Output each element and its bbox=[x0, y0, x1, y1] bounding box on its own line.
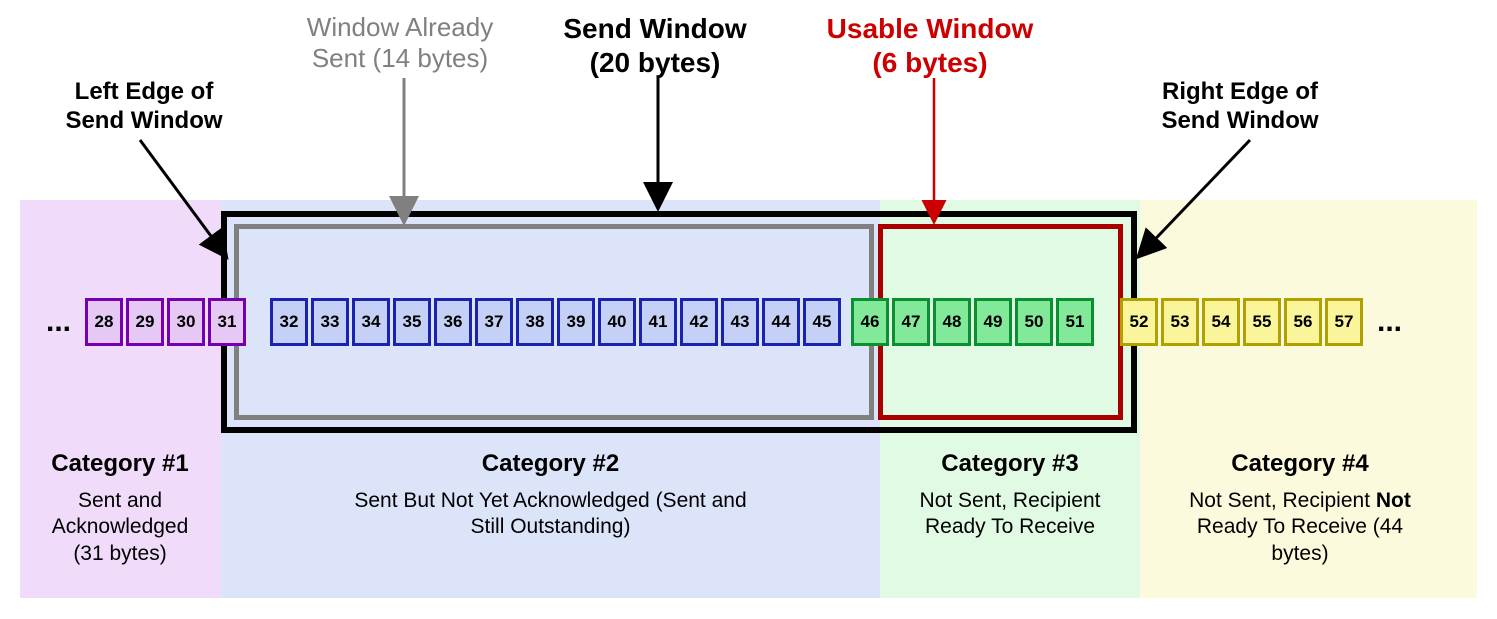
byte-cell: 29 bbox=[126, 298, 164, 346]
cat-desc: Sent and Acknowledged (31 bytes) bbox=[35, 488, 205, 567]
text: Send Window bbox=[563, 13, 746, 44]
byte-cell: 55 bbox=[1243, 298, 1281, 346]
arrow-right-edge bbox=[1130, 135, 1270, 275]
text: Sent (14 bytes) bbox=[312, 43, 488, 73]
byte-cell: 44 bbox=[762, 298, 800, 346]
caption-cat1: Category #1 Sent and Acknowledged (31 by… bbox=[20, 450, 220, 567]
byte-cell: 48 bbox=[933, 298, 971, 346]
byte-cell: 43 bbox=[721, 298, 759, 346]
text: Usable Window bbox=[827, 13, 1034, 44]
byte-cell: 37 bbox=[475, 298, 513, 346]
byte-cell: 42 bbox=[680, 298, 718, 346]
byte-cell: 34 bbox=[352, 298, 390, 346]
cells-cat2: 3233343536373839404142434445 bbox=[270, 298, 841, 346]
byte-cell: 57 bbox=[1325, 298, 1363, 346]
byte-cell: 32 bbox=[270, 298, 308, 346]
byte-cell: 51 bbox=[1056, 298, 1094, 346]
byte-cell: 56 bbox=[1284, 298, 1322, 346]
byte-cell: 54 bbox=[1202, 298, 1240, 346]
byte-cell: 30 bbox=[167, 298, 205, 346]
label-usable-window: Usable Window (6 bytes) bbox=[800, 12, 1060, 79]
text: Send Window bbox=[1161, 107, 1318, 134]
arrow-usable-window bbox=[924, 78, 944, 228]
text: Ready To Receive (44 bytes) bbox=[1197, 515, 1403, 564]
byte-cell: 36 bbox=[434, 298, 472, 346]
tcp-window-diagram: Left Edge of Send Window Window Already … bbox=[0, 0, 1497, 619]
label-left-edge: Left Edge of Send Window bbox=[34, 78, 254, 136]
byte-cell: 52 bbox=[1120, 298, 1158, 346]
cat-title: Category #1 bbox=[20, 450, 220, 478]
cells-cat1: 28293031 bbox=[85, 298, 246, 346]
text: (20 bytes) bbox=[590, 47, 721, 78]
byte-cell: 50 bbox=[1015, 298, 1053, 346]
byte-cell: 41 bbox=[639, 298, 677, 346]
cells-cat3: 464748495051 bbox=[851, 298, 1094, 346]
byte-cell: 53 bbox=[1161, 298, 1199, 346]
text: Left Edge of bbox=[75, 78, 214, 105]
text: (6 bytes) bbox=[872, 47, 987, 78]
byte-cell: 35 bbox=[393, 298, 431, 346]
text: Send Window bbox=[65, 107, 222, 134]
byte-cell: 49 bbox=[974, 298, 1012, 346]
label-send-window: Send Window (20 bytes) bbox=[540, 12, 770, 79]
byte-cell: 40 bbox=[598, 298, 636, 346]
text: Not Sent, Recipient bbox=[1189, 489, 1376, 512]
ellipsis-left: ... bbox=[40, 305, 77, 339]
cat-desc: Sent But Not Yet Acknowledged (Sent and … bbox=[341, 488, 761, 541]
caption-cat4: Category #4 Not Sent, Recipient Not Read… bbox=[1140, 450, 1460, 567]
cells-cat4: 525354555657 bbox=[1120, 298, 1363, 346]
byte-cell: 47 bbox=[892, 298, 930, 346]
byte-cell: 28 bbox=[85, 298, 123, 346]
byte-cell: 46 bbox=[851, 298, 889, 346]
label-already-sent: Window Already Sent (14 bytes) bbox=[270, 12, 530, 74]
arrow-send-window bbox=[648, 78, 668, 216]
byte-cell: 33 bbox=[311, 298, 349, 346]
caption-cat3: Category #3 Not Sent, Recipient Ready To… bbox=[880, 450, 1140, 541]
cat-desc: Not Sent, Recipient Ready To Receive bbox=[905, 488, 1115, 541]
arrow-left-edge bbox=[130, 135, 250, 275]
byte-cell: 38 bbox=[516, 298, 554, 346]
arrow-already-sent bbox=[394, 78, 414, 228]
byte-cell: 45 bbox=[803, 298, 841, 346]
cat-desc: Not Sent, Recipient Not Ready To Receive… bbox=[1180, 488, 1420, 567]
cat-title: Category #4 bbox=[1140, 450, 1460, 478]
label-right-edge: Right Edge of Send Window bbox=[1130, 78, 1350, 136]
text: Window Already bbox=[307, 12, 493, 42]
cat-title: Category #3 bbox=[880, 450, 1140, 478]
byte-row: ... 28293031 323334353637383940414243444… bbox=[40, 298, 1457, 346]
byte-cell: 39 bbox=[557, 298, 595, 346]
ellipsis-right: ... bbox=[1371, 305, 1408, 339]
cat-title: Category #2 bbox=[221, 450, 880, 478]
text: Right Edge of bbox=[1162, 78, 1318, 105]
text-bold: Not bbox=[1376, 489, 1411, 512]
byte-cell: 31 bbox=[208, 298, 246, 346]
caption-cat2: Category #2 Sent But Not Yet Acknowledge… bbox=[221, 450, 880, 541]
